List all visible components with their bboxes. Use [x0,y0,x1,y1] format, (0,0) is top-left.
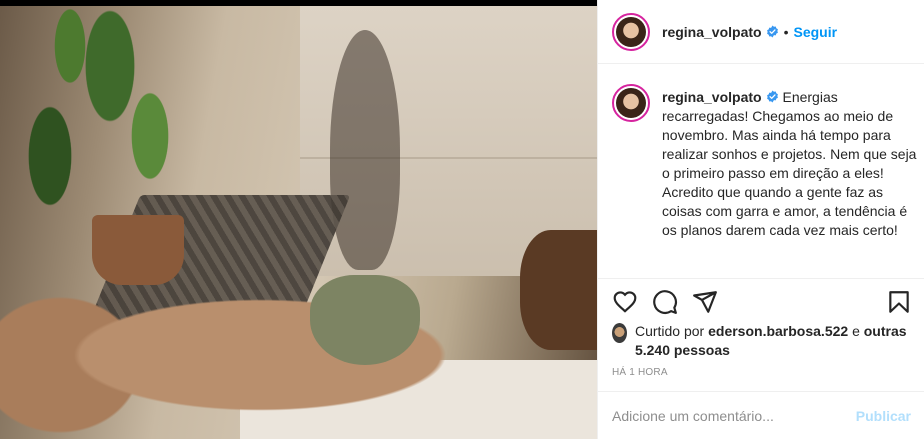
avatar[interactable] [612,12,650,51]
header-separator: • [783,23,789,40]
likes-conjunction: e [852,323,860,339]
post-side-panel: regina_volpato • Seguir regina_volpato E… [597,0,924,439]
post-photo[interactable] [0,0,597,439]
share-icon[interactable] [692,289,718,315]
follow-button[interactable]: Seguir [794,24,838,40]
action-bar [612,289,912,315]
liker-username[interactable]: ederson.barbosa.522 [708,323,848,339]
post-timestamp[interactable]: HÁ 1 HORA [612,367,668,378]
comment-form: Publicar [598,391,924,439]
caption-comment: regina_volpato Energias recarregadas! Ch… [612,84,917,240]
verified-badge-icon [766,25,778,38]
header-username[interactable]: regina_volpato [662,24,762,40]
liker-avatar[interactable] [612,323,627,343]
post-header: regina_volpato • Seguir [598,0,924,64]
publish-button[interactable]: Publicar [856,408,911,424]
photo-person [0,235,560,435]
photo-swimsuit [310,275,420,365]
photo-hair [520,230,597,350]
likes-prefix: Curtido por [634,323,705,339]
heart-icon[interactable] [612,289,638,315]
comment-icon[interactable] [652,289,678,315]
actions-divider [598,278,924,279]
bookmark-icon[interactable] [886,289,912,315]
caption-text-block: regina_volpato Energias recarregadas! Ch… [662,88,917,240]
verified-badge-icon [766,90,778,103]
caption-text: Energias recarregadas! Chegamos ao meio … [662,89,917,238]
likes-text: Curtido por ederson.barbosa.522 e outras… [635,322,912,360]
likes-summary: Curtido por ederson.barbosa.522 e outras… [612,322,912,360]
caption-username[interactable]: regina_volpato [662,89,762,105]
post-modal: regina_volpato • Seguir regina_volpato E… [0,0,924,439]
photo-leaf-shadow [330,30,400,270]
caption-avatar[interactable] [612,84,650,122]
comment-input[interactable] [612,407,856,424]
